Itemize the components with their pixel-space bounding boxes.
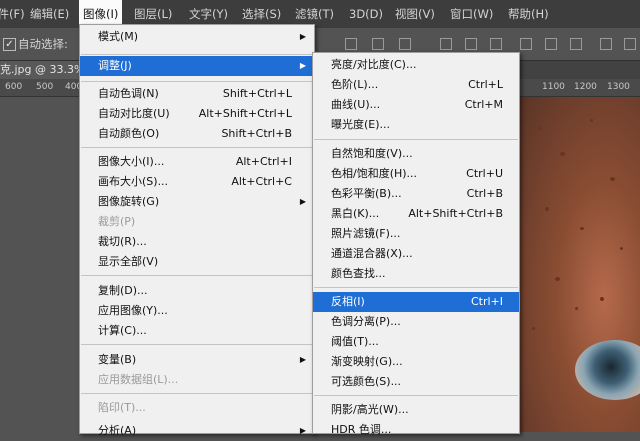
distribute-left-icon[interactable]: [520, 38, 532, 50]
adjust-item-color-lookup[interactable]: 颜色查找...: [313, 264, 519, 284]
ruler-label: 1300: [607, 82, 630, 92]
adjust-item-brightness-contrast[interactable]: 亮度/对比度(C)...: [313, 55, 519, 75]
adjust-item-hue-saturation[interactable]: 色相/饱和度(H)... Ctrl+U: [313, 164, 519, 184]
submenu-arrow-icon: ▶: [299, 426, 306, 435]
image-menu-item-image-size[interactable]: 图像大小(I)... Alt+Ctrl+I: [80, 152, 314, 172]
adjust-item-gradient-map[interactable]: 渐变映射(G)...: [313, 352, 519, 372]
image-menu-item-variables[interactable]: 变量(B) ▶: [80, 350, 314, 370]
image-menu: 模式(M) ▶ 调整(J) ▶ 自动色调(N) Shift+Ctrl+L 自动对比度(…: [79, 24, 315, 437]
adjust-item-hdr-toning[interactable]: HDR 色调...: [313, 420, 519, 440]
image-menu-item-rotation[interactable]: 图像旋转(G) ▶: [80, 192, 314, 212]
menu-file[interactable]: 文件(F): [0, 0, 25, 28]
auto-align-icon[interactable]: [600, 38, 612, 50]
3d-mode-icon[interactable]: [624, 38, 636, 50]
align-bottom-icon[interactable]: [399, 38, 411, 50]
image-menu-item-adjustments[interactable]: 调整(J) ▶: [80, 56, 314, 76]
document-tab[interactable]: 克.jpg @ 33.3%: [0, 61, 91, 79]
adjustments-submenu: 亮度/对比度(C)... 色阶(L)... Ctrl+L 曲线(U)... Ctrl…: [312, 52, 520, 436]
adjust-item-black-white[interactable]: 黑白(K)... Alt+Shift+Ctrl+B: [313, 204, 519, 224]
auto-select-label: 自动选择:: [18, 37, 68, 51]
adjust-item-photo-filter[interactable]: 照片滤镜(F)...: [313, 224, 519, 244]
distribute-hcenter-icon[interactable]: [545, 38, 557, 50]
adjust-item-curves[interactable]: 曲线(U)... Ctrl+M: [313, 95, 519, 115]
menu-window[interactable]: 窗口(W): [450, 0, 493, 28]
image-menu-item-auto-tone[interactable]: 自动色调(N) Shift+Ctrl+L: [80, 84, 314, 104]
adjust-item-invert[interactable]: 反相(I) Ctrl+I: [313, 292, 519, 312]
submenu-arrow-icon: ▶: [299, 197, 306, 206]
adjust-item-vibrance[interactable]: 自然饱和度(V)...: [313, 144, 519, 164]
adjust-item-channel-mixer[interactable]: 通道混合器(X)...: [313, 244, 519, 264]
submenu-arrow-icon: ▶: [299, 32, 306, 41]
menu-help[interactable]: 帮助(H): [508, 0, 549, 28]
image-menu-item-duplicate[interactable]: 复制(D)...: [80, 281, 314, 301]
adjust-item-shadows-highlights[interactable]: 阴影/高光(W)...: [313, 400, 519, 420]
adjust-item-posterize[interactable]: 色调分离(P)...: [313, 312, 519, 332]
adjust-item-selective-color[interactable]: 可选颜色(S)...: [313, 372, 519, 392]
adjust-item-color-balance[interactable]: 色彩平衡(B)... Ctrl+B: [313, 184, 519, 204]
submenu-arrow-icon: ▶: [299, 355, 306, 364]
ruler-label: 1100: [542, 82, 565, 92]
auto-select-checkbox[interactable]: ✓: [3, 38, 16, 51]
image-menu-item-auto-contrast[interactable]: 自动对比度(U) Alt+Shift+Ctrl+L: [80, 104, 314, 124]
image-menu-item-trim[interactable]: 裁切(R)...: [80, 232, 314, 252]
ruler-label: 1200: [574, 82, 597, 92]
image-menu-item-analysis[interactable]: 分析(A) ▶: [80, 421, 314, 441]
align-top-icon[interactable]: [345, 38, 357, 50]
image-menu-item-calculations[interactable]: 计算(C)...: [80, 321, 314, 341]
image-menu-item-reveal-all[interactable]: 显示全部(V): [80, 252, 314, 272]
image-menu-item-auto-color[interactable]: 自动颜色(O) Shift+Ctrl+B: [80, 124, 314, 144]
adjust-item-exposure[interactable]: 曝光度(E)...: [313, 115, 519, 135]
image-menu-item-canvas-size[interactable]: 画布大小(S)... Alt+Ctrl+C: [80, 172, 314, 192]
image-menu-item-apply-image[interactable]: 应用图像(Y)...: [80, 301, 314, 321]
image-menu-item-apply-data-set: 应用数据组(L)...: [98, 373, 179, 386]
adjust-item-levels[interactable]: 色阶(L)... Ctrl+L: [313, 75, 519, 95]
distribute-right-icon[interactable]: [570, 38, 582, 50]
ruler-label: 500: [36, 82, 54, 92]
image-menu-item-crop: 裁剪(P): [98, 215, 136, 228]
image-menu-item-mode[interactable]: 模式(M) ▶: [80, 27, 314, 47]
menu-3d[interactable]: 3D(D): [349, 0, 383, 28]
menu-view[interactable]: 视图(V): [395, 0, 435, 28]
align-vcenter-icon[interactable]: [372, 38, 384, 50]
distribute-bottom-icon[interactable]: [490, 38, 502, 50]
menu-edit[interactable]: 编辑(E): [30, 0, 69, 28]
ruler-label: 600: [5, 82, 23, 92]
image-menu-item-trap: 陷印(T)...: [98, 401, 146, 414]
canvas-area[interactable]: [0, 97, 78, 432]
distribute-top-icon[interactable]: [440, 38, 452, 50]
adjust-item-threshold[interactable]: 阈值(T)...: [313, 332, 519, 352]
distribute-vcenter-icon[interactable]: [465, 38, 477, 50]
submenu-arrow-icon: ▶: [299, 61, 306, 70]
